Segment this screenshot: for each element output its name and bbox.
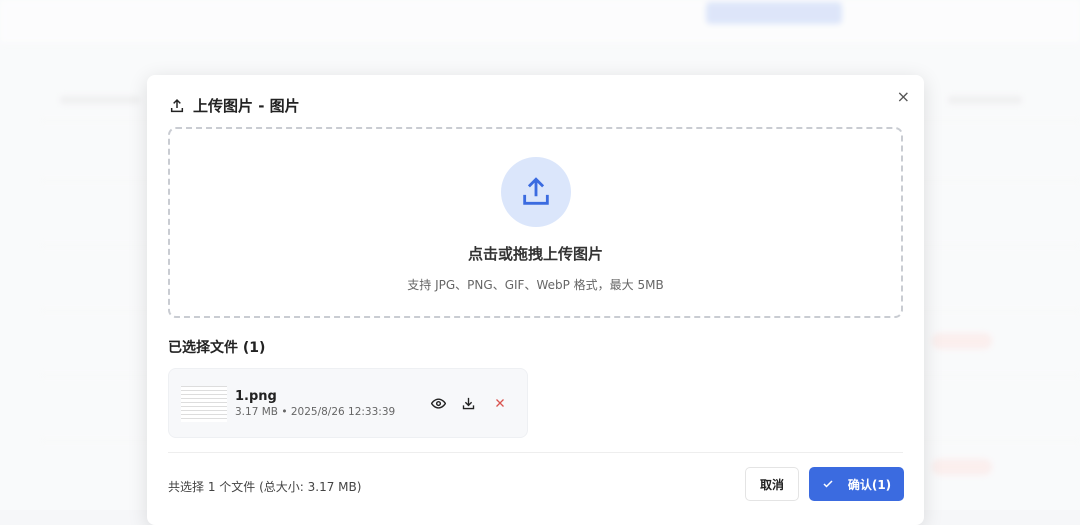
close-icon[interactable]: × [897, 87, 910, 106]
confirm-label: 确认(1) [847, 477, 892, 492]
upload-dropzone[interactable]: 点击或拖拽上传图片 支持 JPG、PNG、GIF、WebP 格式，最大 5MB [168, 127, 903, 318]
dialog-title: 上传图片 - 图片 [169, 95, 300, 116]
selected-files-heading: 已选择文件 (1) [168, 340, 266, 356]
file-meta: 3.17 MB • 2025/8/26 12:33:39 [235, 406, 396, 418]
remove-x-icon[interactable] [493, 396, 507, 410]
upload-icon [170, 98, 184, 112]
selection-summary: 共选择 1 个文件 (总大小: 3.17 MB) [168, 480, 362, 494]
file-name: 1.png [235, 389, 277, 404]
confirm-button[interactable]: 确认(1) [809, 467, 904, 501]
upload-icon [500, 157, 571, 227]
download-icon[interactable] [461, 396, 476, 411]
dropzone-subtitle: 支持 JPG、PNG、GIF、WebP 格式，最大 5MB [407, 278, 664, 292]
preview-eye-icon[interactable] [431, 396, 446, 411]
divider [168, 452, 903, 453]
dropzone-title: 点击或拖拽上传图片 [467, 245, 603, 263]
file-item: 1.png 3.17 MB • 2025/8/26 12:33:39 [168, 368, 528, 438]
upload-dialog: 上传图片 - 图片 × 点击或拖拽上传图片 支持 JPG、PNG、GIF、Web… [147, 75, 924, 525]
check-icon [823, 480, 833, 488]
dialog-title-text: 上传图片 - 图片 [193, 97, 300, 115]
file-thumbnail [181, 386, 227, 422]
cancel-button[interactable]: 取消 [745, 467, 799, 501]
